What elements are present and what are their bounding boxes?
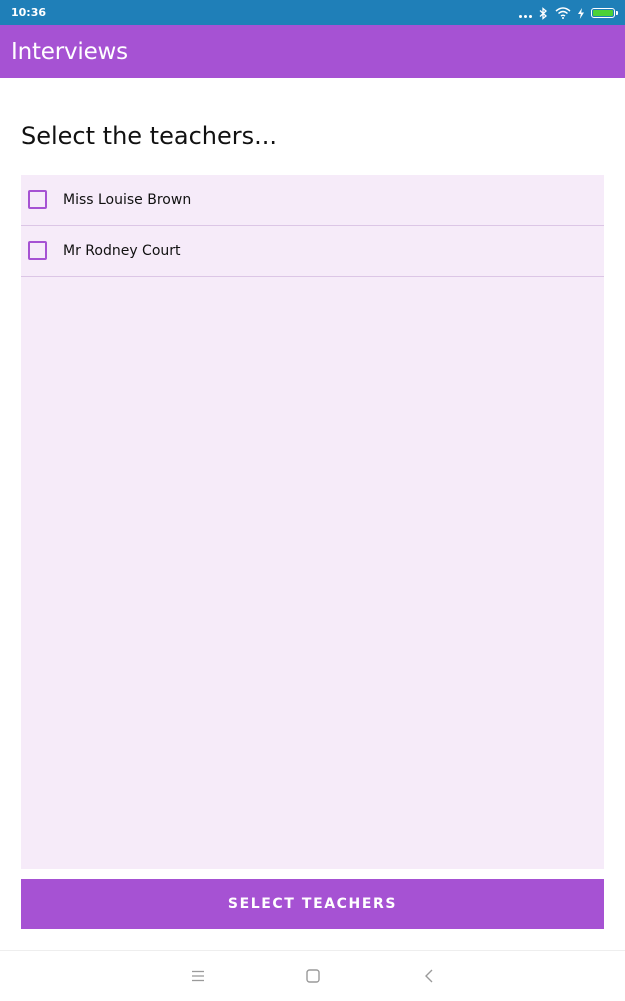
teacher-name: Miss Louise Brown [63, 192, 192, 208]
bluetooth-icon [539, 6, 547, 20]
teacher-checkbox-louise-brown[interactable] [28, 190, 47, 209]
teacher-name: Mr Rodney Court [63, 243, 181, 259]
home-icon[interactable] [306, 969, 320, 983]
status-time: 10:36 [11, 6, 47, 19]
wifi-icon [555, 7, 571, 19]
menu-icon[interactable] [191, 970, 205, 982]
status-icons [519, 5, 618, 21]
battery-icon [591, 8, 618, 18]
page-heading: Select the teachers... [21, 122, 277, 150]
teacher-list: Miss Louise Brown Mr Rodney Court [21, 175, 604, 869]
navigation-bar [0, 950, 625, 1001]
charging-bolt-icon [578, 7, 584, 19]
teacher-row-rodney-court[interactable]: Mr Rodney Court [21, 226, 604, 277]
teacher-row-louise-brown[interactable]: Miss Louise Brown [21, 175, 604, 226]
select-teachers-button[interactable]: SELECT TEACHERS [21, 879, 604, 929]
app-title: Interviews [11, 39, 128, 65]
back-icon[interactable] [424, 969, 434, 983]
more-dots-icon [519, 8, 532, 18]
status-bar: 10:36 [0, 0, 625, 25]
app-bar: Interviews [0, 25, 625, 78]
teacher-checkbox-rodney-court[interactable] [28, 241, 47, 260]
